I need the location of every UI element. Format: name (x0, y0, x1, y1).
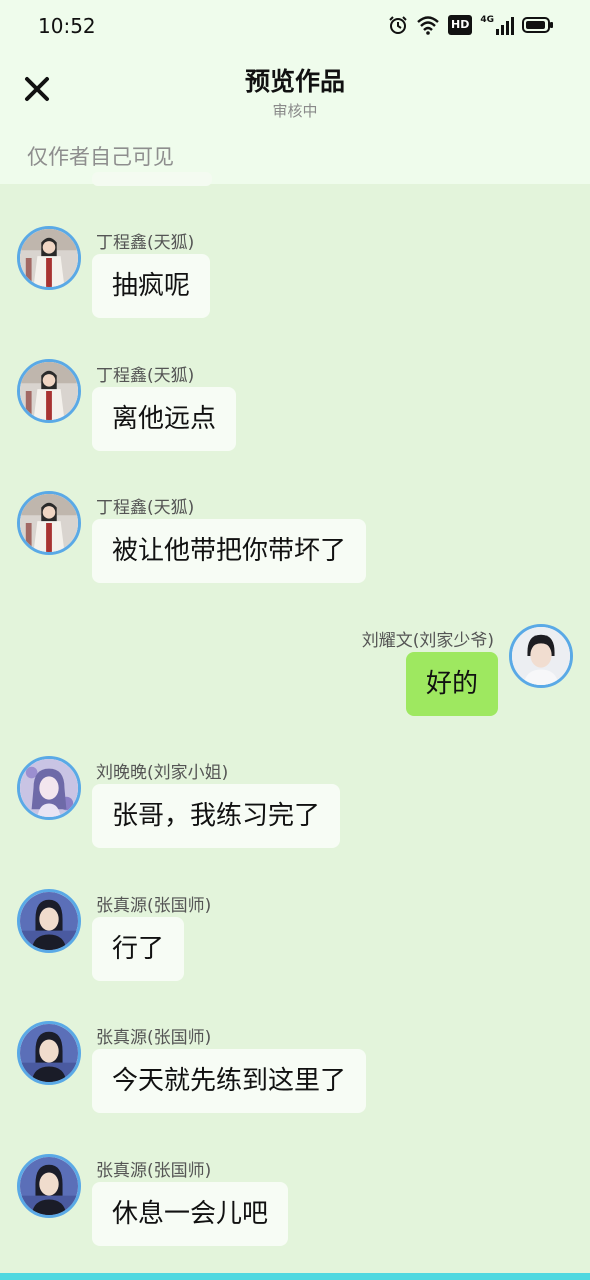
sender-name: 张真源(张国师) (96, 1160, 212, 1181)
avatar[interactable] (17, 1021, 81, 1085)
avatar[interactable] (17, 756, 81, 820)
avatar[interactable] (17, 491, 81, 555)
chat-message: 刘耀文(刘家少爷) 好的 (0, 623, 590, 724)
avatar[interactable] (17, 358, 81, 423)
message-bubble[interactable]: 好的 (405, 651, 498, 716)
message-bubble[interactable]: 行了 (92, 916, 185, 981)
preview-header: 预览作品 审核中 仅作者自己可见 (0, 52, 590, 184)
message-bubble[interactable]: 张哥，我练习完了 (92, 784, 341, 848)
partial-message-bubble (92, 172, 212, 186)
message-bubble[interactable]: 离他远点 (92, 386, 237, 451)
wifi-icon (417, 16, 439, 35)
4g-signal-icon: 4G (480, 15, 514, 35)
sender-name: 丁程鑫(天狐) (96, 233, 195, 253)
status-bar: 10:52 HD 4G (0, 0, 590, 52)
chat-list[interactable]: 丁程鑫(天狐) 抽疯呢 丁程鑫(天狐) 离他远点 丁程鑫(天狐) 被让他带把你带坏了 刘耀文… (0, 184, 590, 1274)
chat-message: 丁程鑫(天狐) 离他远点 (0, 358, 590, 459)
sender-name: 张真源(张国师) (96, 1028, 212, 1048)
avatar[interactable] (509, 623, 573, 688)
message-bubble[interactable]: 休息一会儿吧 (92, 1181, 289, 1246)
chat-message: 张真源(张国师) 休息一会儿吧 (0, 1153, 590, 1254)
chat-message: 张真源(张国师) 今天就先练到这里了 (0, 1021, 590, 1121)
chat-message: 刘晚晚(刘家小姐) 张哥，我练习完了 (0, 756, 590, 856)
sender-name: 张真源(张国师) (96, 895, 212, 916)
sender-name: 刘晚晚(刘家小姐) (96, 763, 229, 783)
chat-message: 丁程鑫(天狐) 被让他带把你带坏了 (0, 491, 590, 591)
status-time: 10:52 (38, 14, 96, 38)
battery-icon (522, 17, 553, 33)
avatar[interactable] (17, 888, 81, 953)
status-icons: HD 4G (388, 15, 554, 35)
sender-name: 丁程鑫(天狐) (96, 498, 195, 518)
visibility-note: 仅作者自己可见 (27, 145, 174, 169)
review-status: 审核中 (272, 102, 318, 120)
hd-icon: HD (448, 15, 473, 35)
message-bubble[interactable]: 今天就先练到这里了 (92, 1049, 367, 1113)
bottom-strip (0, 1273, 590, 1280)
page-title: 预览作品 (244, 67, 345, 96)
message-bubble[interactable]: 被让他带把你带坏了 (92, 519, 367, 583)
network-type-label: 4G (480, 15, 494, 25)
chat-message: 张真源(张国师) 行了 (0, 888, 590, 989)
chat-message: 丁程鑫(天狐) 抽疯呢 (0, 226, 590, 326)
alarm-icon (389, 16, 407, 34)
sender-name: 丁程鑫(天狐) (96, 365, 195, 386)
message-bubble[interactable]: 抽疯呢 (92, 254, 211, 318)
avatar[interactable] (17, 226, 81, 290)
sender-name: 刘耀文(刘家少爷) (361, 630, 494, 651)
avatar[interactable] (17, 1153, 81, 1218)
